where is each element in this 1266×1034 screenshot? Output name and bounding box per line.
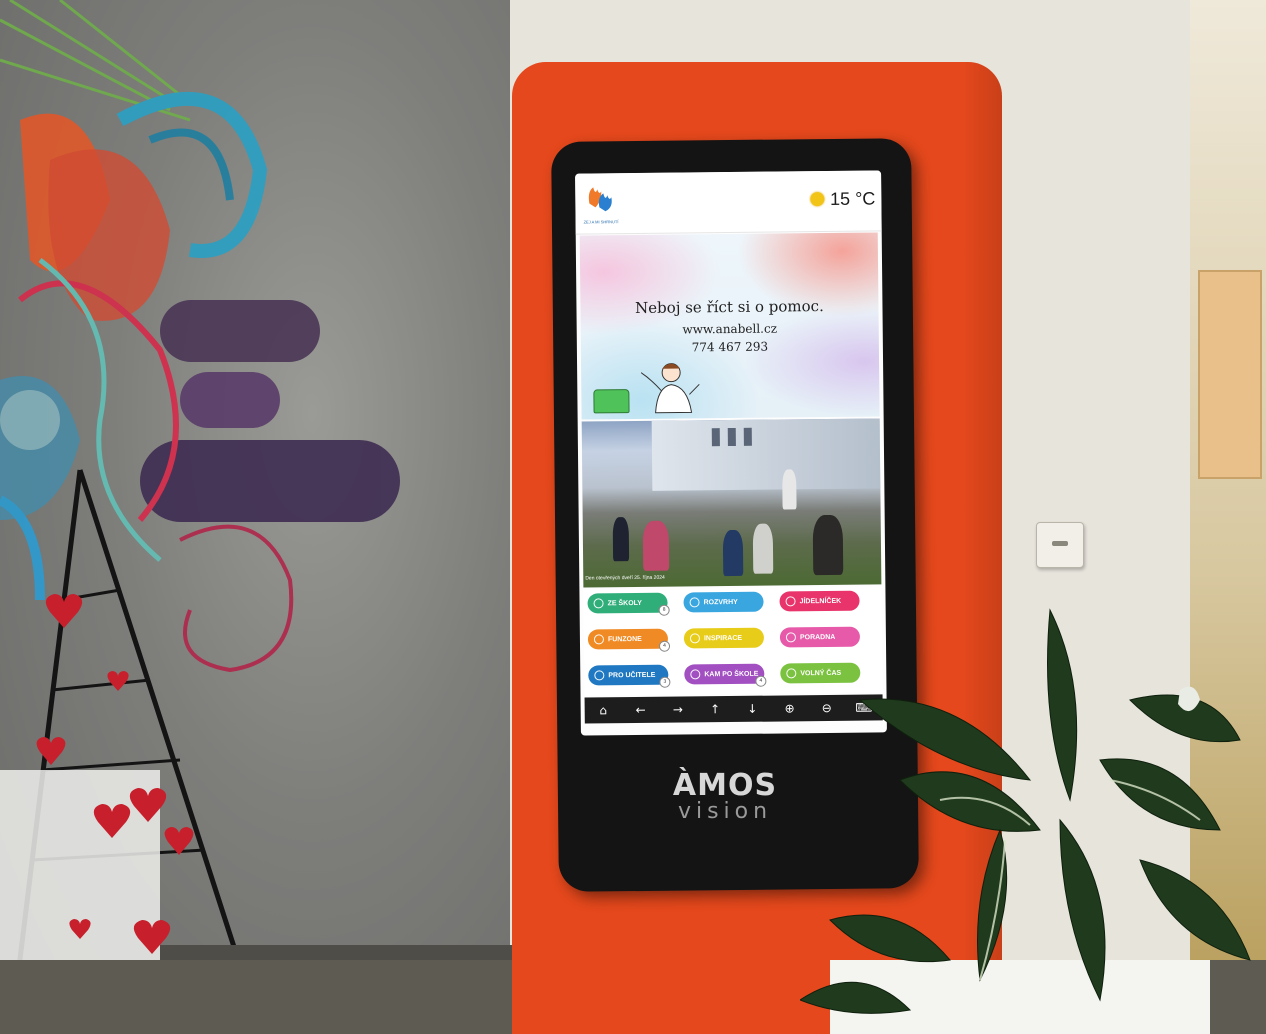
photo-person <box>722 529 744 577</box>
chat-icon <box>785 632 796 643</box>
tile-label: FUNZONE <box>607 635 642 643</box>
photo-window <box>727 427 736 447</box>
tile-badge: 4 <box>658 640 671 652</box>
gamepad-icon <box>593 634 604 645</box>
home-icon[interactable]: ⌂ <box>591 703 615 717</box>
tile-pro-ucitele[interactable]: PRO UČITELE 3 <box>588 664 671 688</box>
tile-label: PRO UČITELE <box>608 671 656 679</box>
tile-badge: 3 <box>659 676 671 688</box>
arrow-left-icon[interactable]: ← <box>628 703 652 717</box>
photo-person <box>642 520 670 571</box>
photo-person <box>752 523 774 574</box>
weather-widget: 15 °C <box>810 186 875 211</box>
clock-icon <box>689 597 700 608</box>
light-switch <box>1036 522 1084 568</box>
photo-person <box>612 517 630 562</box>
tile-label: INSPIRACE <box>703 634 743 642</box>
school-logo-text: ZEJ A MI SHRNUTÍ <box>583 219 619 225</box>
photo-person <box>812 514 844 576</box>
sun-icon <box>810 192 825 207</box>
photo-building <box>651 418 881 491</box>
banner-title: Neboj se říct si o pomoc. <box>635 297 824 317</box>
banner-url: www.anabell.cz <box>682 321 778 337</box>
cutlery-icon <box>785 596 796 607</box>
cake-illustration <box>593 389 630 414</box>
book-icon <box>594 670 605 681</box>
tile-inspirace[interactable]: INSPIRACE <box>683 627 765 649</box>
temperature: 15 °C <box>830 187 876 209</box>
lightbulb-icon <box>689 633 700 644</box>
screen-header: ZEJ A MI SHRNUTÍ 15 °C <box>575 170 882 235</box>
graduation-cap-icon <box>593 598 604 609</box>
question-icon <box>690 669 701 680</box>
brand-logo: ÀMOS <box>672 768 778 803</box>
tile-label: ZE ŠKOLY <box>607 599 642 607</box>
tile-kam-po-skole[interactable]: KAM PO ŠKOLE 4 <box>684 663 767 687</box>
tile-funzone[interactable]: FUNZONE 4 <box>587 628 671 652</box>
tile-rozvrhy[interactable]: ROZVRHY <box>683 591 764 613</box>
decorative-heart-stand <box>0 469 238 1003</box>
person-illustration <box>640 361 700 414</box>
tile-label: KAM PO ŠKOLE <box>704 670 759 678</box>
tile-label: ROZVRHY <box>703 598 738 606</box>
corridor-notice-board <box>1198 270 1262 479</box>
help-banner[interactable]: Neboj se říct si o pomoc. www.anabell.cz… <box>579 232 880 420</box>
photo-window <box>743 427 752 446</box>
tile-ze-skoly[interactable]: ZE ŠKOLY 8 <box>587 592 670 616</box>
arrow-up-icon[interactable]: ↑ <box>703 702 727 716</box>
flag-icon <box>786 668 797 679</box>
banner-phone: 774 467 293 <box>691 339 769 355</box>
school-logo-icon <box>588 187 612 212</box>
photo-person <box>782 469 797 510</box>
zoom-in-icon[interactable]: ⊕ <box>777 701 801 715</box>
tile-badge: 4 <box>755 675 767 687</box>
arrow-right-icon[interactable]: → <box>666 702 690 717</box>
potted-plant <box>800 608 1251 1014</box>
kiosk-brand: ÀMOS vision <box>650 768 800 824</box>
tile-badge: 8 <box>658 604 670 616</box>
school-event-photo[interactable]: Den otevřených dveří 25. října 2024 <box>581 418 882 588</box>
photo-caption: Den otevřených dveří 25. října 2024 <box>585 574 665 582</box>
arrow-down-icon[interactable]: ↓ <box>740 702 764 716</box>
photo-window <box>711 428 720 447</box>
